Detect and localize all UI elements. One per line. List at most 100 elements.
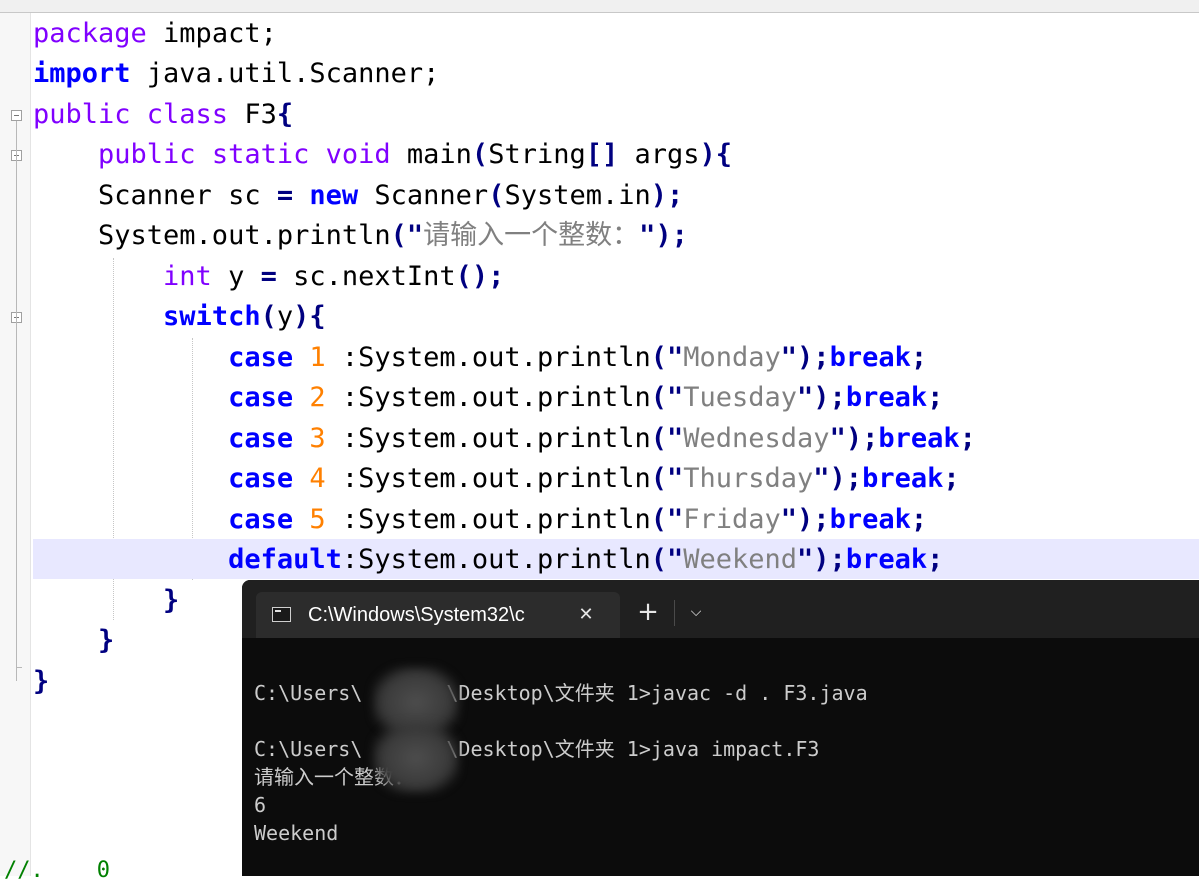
code-token: 请输入一个整数： — [423, 220, 640, 251]
code-token: (" — [650, 342, 684, 373]
code-token: args — [634, 139, 700, 170]
code-token: break — [878, 423, 960, 454]
code-token: break — [845, 544, 928, 575]
code-token: case — [228, 504, 310, 535]
code-token: } — [98, 625, 115, 656]
code-line: case 5 :System.out.println("Friday");bre… — [33, 500, 927, 540]
code-token: 3 — [309, 423, 342, 454]
terminal-line: Weekend — [254, 819, 338, 847]
code-token: case — [228, 342, 310, 373]
close-tab-icon[interactable]: ✕ — [574, 592, 598, 638]
code-line: } — [33, 621, 114, 661]
code-token: default — [228, 544, 342, 575]
terminal-line-start: 6 — [254, 793, 267, 817]
code-token: impact; — [163, 18, 277, 49]
fold-line-class — [16, 121, 17, 681]
code-token: ; — [910, 342, 928, 373]
code-token: "); — [780, 342, 830, 373]
tab-separator — [674, 600, 675, 626]
code-token: Wednesday — [683, 423, 830, 454]
terminal-window[interactable]: C:\Windows\System32\c ✕ + ⌵ C:\Users\ \De… — [242, 580, 1199, 876]
code-token: int — [163, 261, 229, 292]
code-token: new — [309, 180, 375, 211]
code-line: case 2 :System.out.println("Tuesday");br… — [33, 378, 943, 418]
code-line: System.out.println("请输入一个整数："); — [33, 216, 688, 256]
terminal-line: 6 — [254, 791, 266, 819]
terminal-line-start: C:\Users\ — [254, 737, 363, 761]
code-token: ( — [488, 180, 505, 211]
code-line: case 3 :System.out.println("Wednesday");… — [33, 419, 976, 459]
code-line: } — [33, 581, 179, 621]
code-line: case 1 :System.out.println("Monday");bre… — [33, 338, 927, 378]
editor-tab-strip — [0, 0, 1199, 13]
code-line: public class F3{ — [33, 95, 293, 135]
code-token: 2 — [309, 382, 342, 413]
code-token: 4 — [309, 463, 342, 494]
code-token: case — [228, 423, 310, 454]
code-token: main — [406, 139, 472, 170]
code-token: case — [228, 463, 310, 494]
terminal-line-rest: \Desktop\文件夹 1>java impact.F3 — [446, 737, 820, 761]
code-token: "); — [639, 220, 688, 251]
code-token: [] — [585, 139, 635, 170]
code-token: 5 — [309, 504, 342, 535]
code-token: { — [276, 99, 294, 130]
code-token: (" — [650, 504, 684, 535]
code-token: Thursday — [683, 463, 814, 494]
code-token: :System.out.println — [341, 544, 651, 575]
code-token: } — [163, 585, 180, 616]
code-line: import java.util.Scanner; — [33, 54, 439, 94]
code-token: break — [829, 504, 911, 535]
fold-toggle-class[interactable] — [11, 110, 22, 121]
code-token: :System.out.println — [341, 342, 651, 373]
code-token: "); — [797, 382, 846, 413]
code-token: ; — [959, 423, 976, 454]
code-token: ){ — [699, 139, 733, 170]
code-token: Scanner — [374, 180, 489, 211]
code-line: } — [33, 662, 49, 702]
code-token: Weekend — [683, 544, 798, 575]
code-token: F3 — [244, 99, 277, 130]
code-line: package impact; — [33, 14, 277, 54]
code-token: case — [228, 382, 310, 413]
code-token: String — [488, 139, 586, 170]
code-line: public static void main(String[] args){ — [33, 135, 732, 175]
chevron-down-icon[interactable]: ⌵ — [684, 594, 708, 630]
terminal-line-rest: \Desktop\文件夹 1>javac -d . F3.java — [446, 681, 868, 705]
code-line: Scanner sc = new Scanner(System.in); — [33, 176, 683, 216]
code-line: default:System.out.println("Weekend");br… — [33, 540, 943, 580]
code-token: Tuesday — [683, 382, 798, 413]
code-token: ); — [650, 180, 684, 211]
code-token: "); — [813, 463, 863, 494]
code-token: (); — [455, 261, 505, 292]
code-token: (" — [650, 382, 684, 413]
code-token: 1 — [309, 342, 342, 373]
code-token: :System.out.println — [341, 382, 651, 413]
code-token: ; — [943, 463, 960, 494]
code-token: break — [862, 463, 944, 494]
code-token: public class — [33, 99, 245, 130]
code-token: "); — [780, 504, 830, 535]
code-token: sc.nextInt — [293, 261, 456, 292]
code-token: System.in — [504, 180, 651, 211]
code-token: break — [829, 342, 911, 373]
new-tab-button[interactable]: + — [634, 594, 662, 630]
code-token: ; — [927, 382, 944, 413]
code-token: ( — [471, 139, 489, 170]
code-line: switch(y){ — [33, 297, 326, 337]
terminal-tab[interactable]: C:\Windows\System32\c ✕ — [256, 592, 620, 638]
code-token: "); — [829, 423, 879, 454]
code-line: case 4 :System.out.println("Thursday");b… — [33, 459, 960, 499]
terminal-tab-title: C:\Windows\System32\c — [308, 604, 525, 626]
code-token: } — [33, 666, 50, 697]
terminal-line: C:\Users\ \Desktop\文件夹 1>javac -d . F3.ja… — [254, 679, 868, 707]
code-token: Friday — [683, 504, 781, 535]
redacted-username — [372, 722, 460, 794]
code-token: :System.out.println — [341, 423, 651, 454]
